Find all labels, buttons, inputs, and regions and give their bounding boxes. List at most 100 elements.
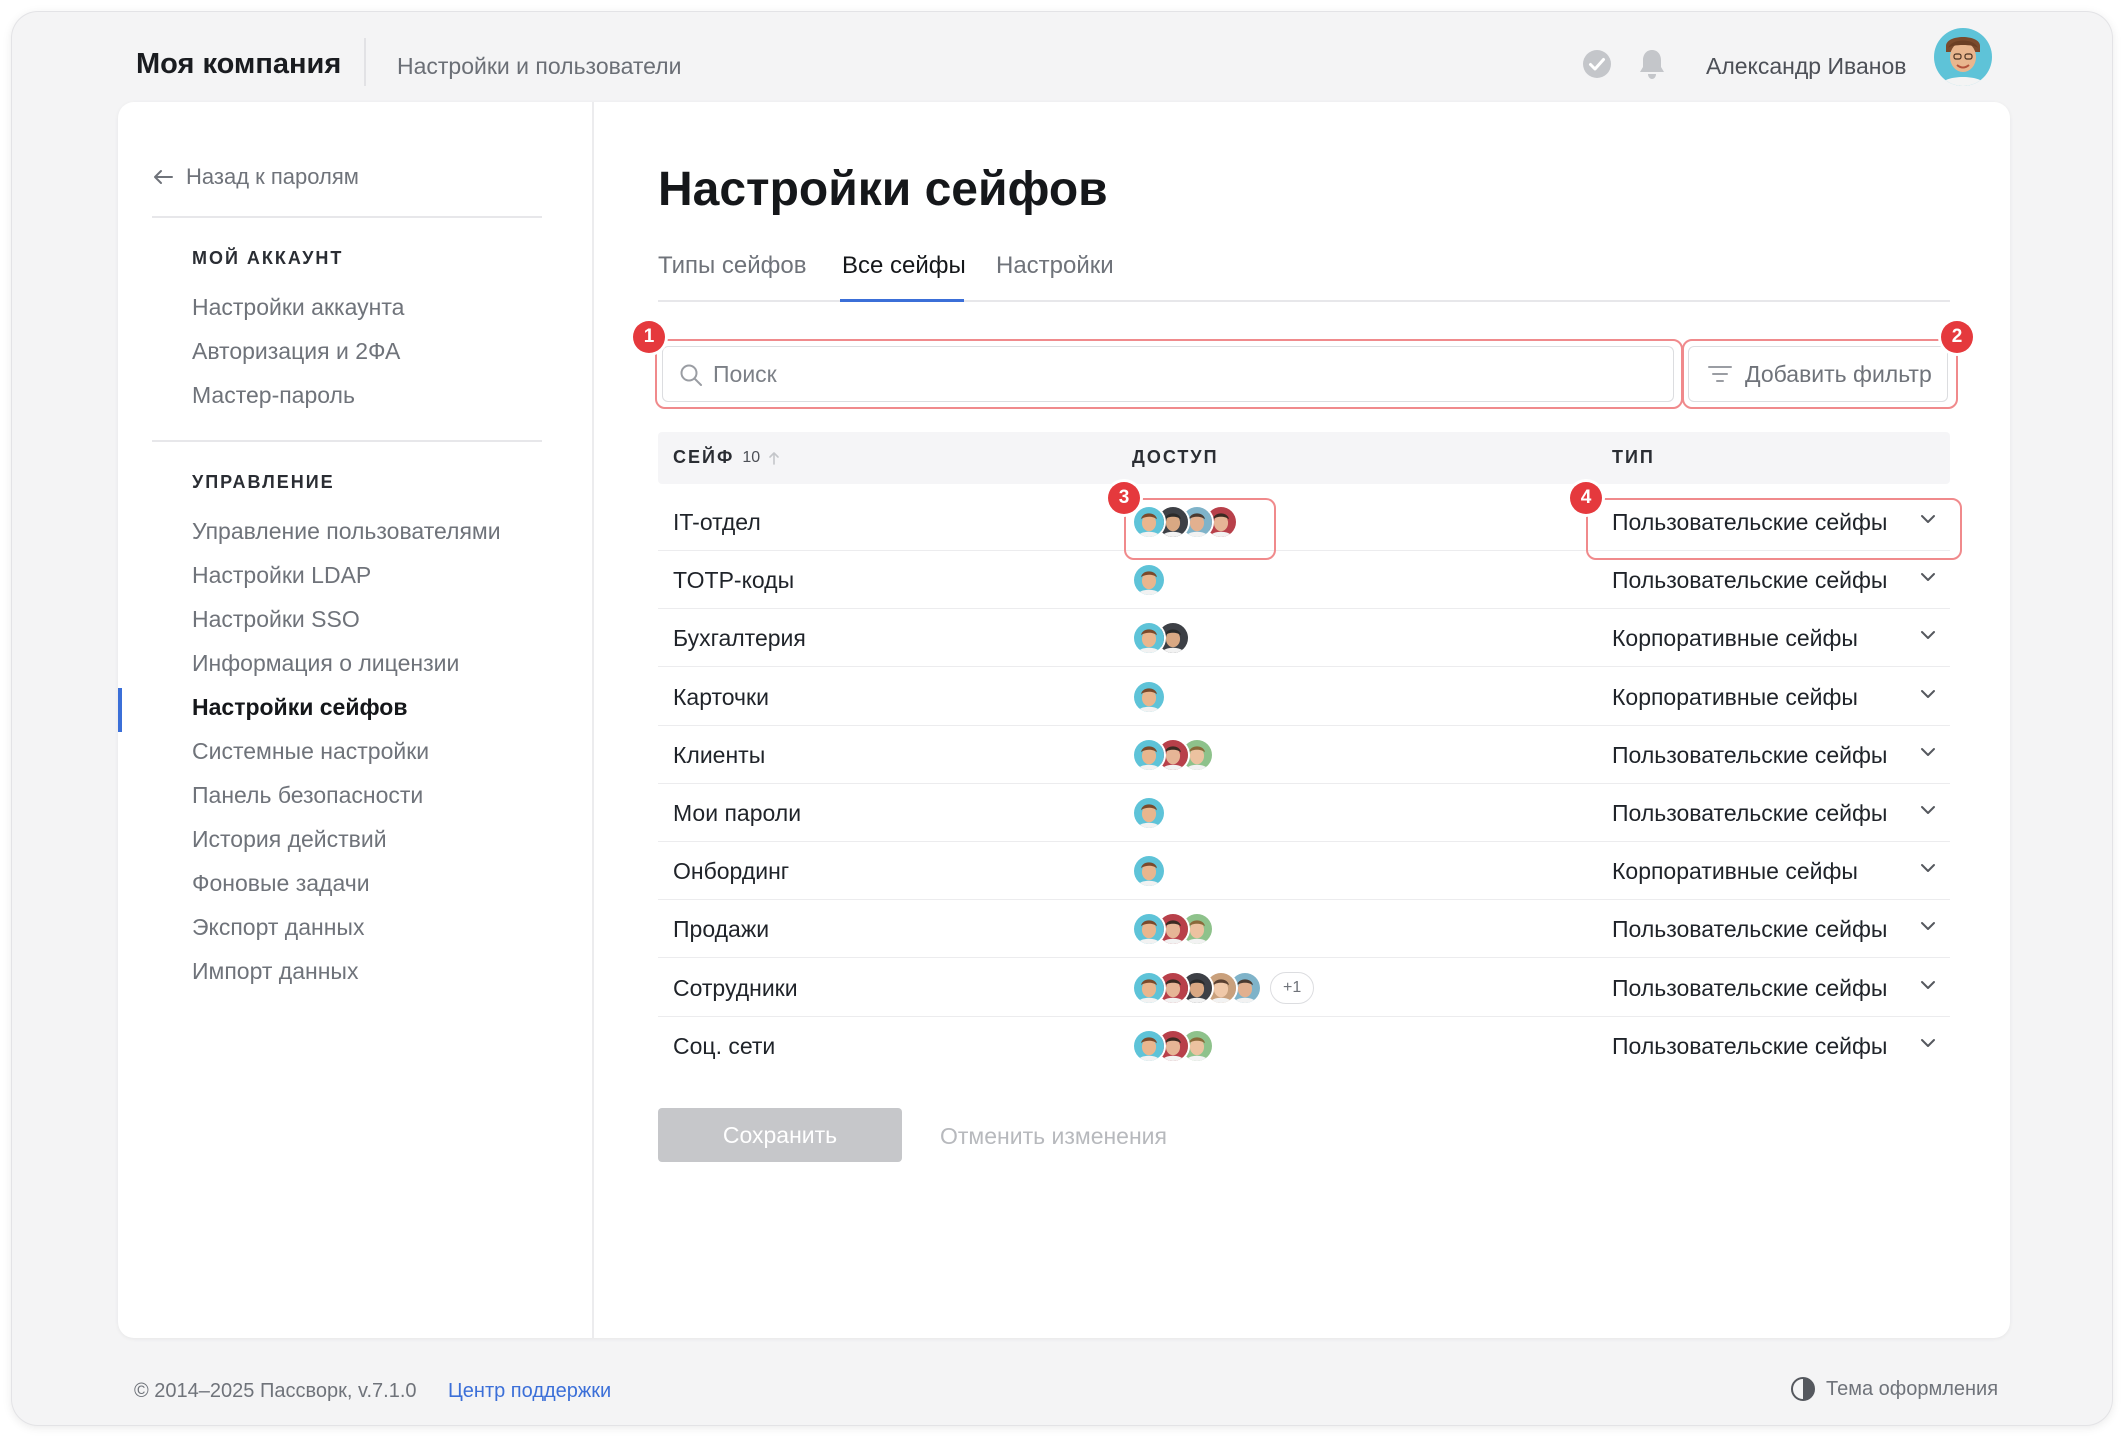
sidebar-item-import[interactable]: Импорт данных (192, 958, 358, 985)
sidebar-item-vault-settings[interactable]: Настройки сейфов (192, 694, 407, 721)
table-row[interactable]: TOTP-коды Пользовательские сейфы (658, 550, 1950, 610)
annotation-badge-2: 2 (1941, 321, 1973, 353)
sidebar-item-export[interactable]: Экспорт данных (192, 914, 364, 941)
user-avatar[interactable] (1934, 28, 1992, 86)
table-row[interactable]: Мои пароли Пользовательские сейфы (658, 783, 1950, 842)
tab-vault-types[interactable]: Типы сейфов (658, 252, 807, 280)
access-avatars[interactable] (1132, 563, 1166, 598)
vault-name[interactable]: Продажи (673, 916, 769, 943)
table-row[interactable]: Клиенты Пользовательские сейфы (658, 725, 1950, 784)
chevron-down-icon[interactable] (1920, 863, 1936, 873)
vault-type-select[interactable]: Пользовательские сейфы (1612, 1033, 1887, 1060)
copyright-text: © 2014–2025 Пассворк, v.7.1.0 (134, 1380, 417, 1402)
chevron-down-icon[interactable] (1920, 980, 1936, 990)
sidebar-item-security-panel[interactable]: Панель безопасности (192, 782, 423, 809)
table-row[interactable]: Онбординг Корпоративные сейфы (658, 841, 1950, 901)
vault-name[interactable]: IT-отдел (673, 509, 761, 536)
annotation-badge-4: 4 (1570, 482, 1602, 514)
vault-type-select[interactable]: Корпоративные сейфы (1612, 625, 1858, 652)
chevron-down-icon[interactable] (1920, 630, 1936, 640)
back-to-passwords-link[interactable]: Назад к паролям (152, 164, 359, 190)
table-header: СЕЙФ 10 ДОСТУП ТИП (658, 432, 1950, 484)
sidebar-item-license[interactable]: Информация о лицензии (192, 650, 459, 677)
vault-name[interactable]: Мои пароли (673, 800, 801, 827)
vault-name[interactable]: Сотрудники (673, 975, 798, 1002)
vault-name[interactable]: Соц. сети (673, 1033, 775, 1060)
member-avatar (1132, 970, 1166, 1005)
chevron-down-icon[interactable] (1920, 921, 1936, 931)
access-avatars[interactable] (1132, 505, 1238, 539)
sidebar-divider (592, 102, 594, 1338)
access-avatars[interactable] (1132, 796, 1166, 830)
theme-toggle[interactable]: Тема оформления (1790, 1376, 1998, 1402)
bell-icon[interactable] (1636, 47, 1668, 81)
more-members-badge[interactable]: +1 (1270, 971, 1315, 1004)
add-filter-button[interactable]: Добавить фильтр (1688, 346, 1948, 402)
table-row[interactable]: Бухгалтерия Корпоративные сейфы (658, 608, 1950, 668)
sidebar-item-user-management[interactable]: Управление пользователями (192, 518, 501, 545)
sidebar-item-system-settings[interactable]: Системные настройки (192, 738, 429, 765)
access-avatars[interactable]: +1 (1132, 970, 1315, 1005)
table-row[interactable]: Соц. сети Пользовательские сейфы (658, 1016, 1950, 1075)
chevron-down-icon[interactable] (1920, 572, 1936, 582)
support-center-link[interactable]: Центр поддержки (448, 1380, 611, 1403)
cancel-changes-link[interactable]: Отменить изменения (940, 1123, 1167, 1150)
chevron-down-icon[interactable] (1920, 805, 1936, 815)
app-window: Моя компания Настройки и пользователи Ал… (12, 12, 2112, 1425)
check-circle-icon[interactable] (1582, 49, 1612, 79)
chevron-down-icon[interactable] (1920, 514, 1936, 524)
table-row[interactable]: Карточки Корпоративные сейфы (658, 667, 1950, 726)
user-name[interactable]: Александр Иванов (1706, 53, 1906, 80)
column-header-vault[interactable]: СЕЙФ 10 (673, 447, 780, 468)
column-header-access: ДОСТУП (1132, 447, 1219, 467)
sidebar-item-account-settings[interactable]: Настройки аккаунта (192, 294, 404, 321)
chevron-down-icon[interactable] (1920, 1038, 1936, 1048)
vault-name[interactable]: Онбординг (673, 858, 789, 885)
vault-type-select[interactable]: Пользовательские сейфы (1612, 509, 1887, 536)
access-avatars[interactable] (1132, 679, 1166, 714)
chevron-down-icon[interactable] (1920, 689, 1936, 699)
search-input[interactable] (713, 355, 1653, 393)
access-avatars[interactable] (1132, 737, 1214, 772)
vault-name[interactable]: TOTP-коды (673, 567, 794, 594)
member-avatar (1132, 737, 1166, 772)
table-row[interactable]: IT-отдел Пользовательские сейфы (658, 492, 1950, 551)
tab-all-vaults[interactable]: Все сейфы (842, 252, 966, 280)
vault-name[interactable]: Карточки (673, 684, 769, 711)
table-row[interactable]: Продажи Пользовательские сейфы (658, 899, 1950, 959)
vault-type-select[interactable]: Корпоративные сейфы (1612, 684, 1858, 711)
tab-settings[interactable]: Настройки (996, 252, 1114, 280)
vault-type-select[interactable]: Корпоративные сейфы (1612, 858, 1858, 885)
vault-name[interactable]: Клиенты (673, 742, 765, 769)
company-name[interactable]: Моя компания (136, 48, 341, 81)
search-icon (680, 364, 702, 386)
vault-name[interactable]: Бухгалтерия (673, 625, 806, 652)
vault-type-select[interactable]: Пользовательские сейфы (1612, 742, 1887, 769)
breadcrumb[interactable]: Настройки и пользователи (397, 53, 681, 80)
sidebar-item-activity-log[interactable]: История действий (192, 826, 387, 853)
theme-icon (1791, 1377, 1815, 1401)
access-avatars[interactable] (1132, 854, 1166, 889)
vault-type-select[interactable]: Пользовательские сейфы (1612, 800, 1887, 827)
annotation-badge-3: 3 (1108, 482, 1140, 514)
search-box[interactable] (662, 346, 1674, 402)
sidebar-item-background-tasks[interactable]: Фоновые задачи (192, 870, 370, 897)
access-avatars[interactable] (1132, 621, 1190, 656)
sidebar-item-ldap[interactable]: Настройки LDAP (192, 562, 371, 589)
chevron-down-icon[interactable] (1920, 747, 1936, 757)
access-avatars[interactable] (1132, 912, 1214, 947)
sort-up-icon[interactable] (768, 450, 780, 466)
sidebar-item-master-password[interactable]: Мастер-пароль (192, 382, 355, 409)
save-button[interactable]: Сохранить (658, 1108, 902, 1162)
vault-type-select[interactable]: Пользовательские сейфы (1612, 916, 1887, 943)
sidebar-item-auth-2fa[interactable]: Авторизация и 2ФА (192, 338, 400, 365)
vault-type-select[interactable]: Пользовательские сейфы (1612, 567, 1887, 594)
vault-type-select[interactable]: Пользовательские сейфы (1612, 975, 1887, 1002)
page-title: Настройки сейфов (658, 163, 1108, 216)
member-avatar (1132, 563, 1166, 598)
table-row[interactable]: Сотрудники +1 Пользовательские сейфы (658, 958, 1950, 1017)
sidebar-rule (152, 440, 542, 442)
access-avatars[interactable] (1132, 1028, 1214, 1063)
back-link-label: Назад к паролям (186, 164, 359, 189)
sidebar-item-sso[interactable]: Настройки SSO (192, 606, 360, 633)
